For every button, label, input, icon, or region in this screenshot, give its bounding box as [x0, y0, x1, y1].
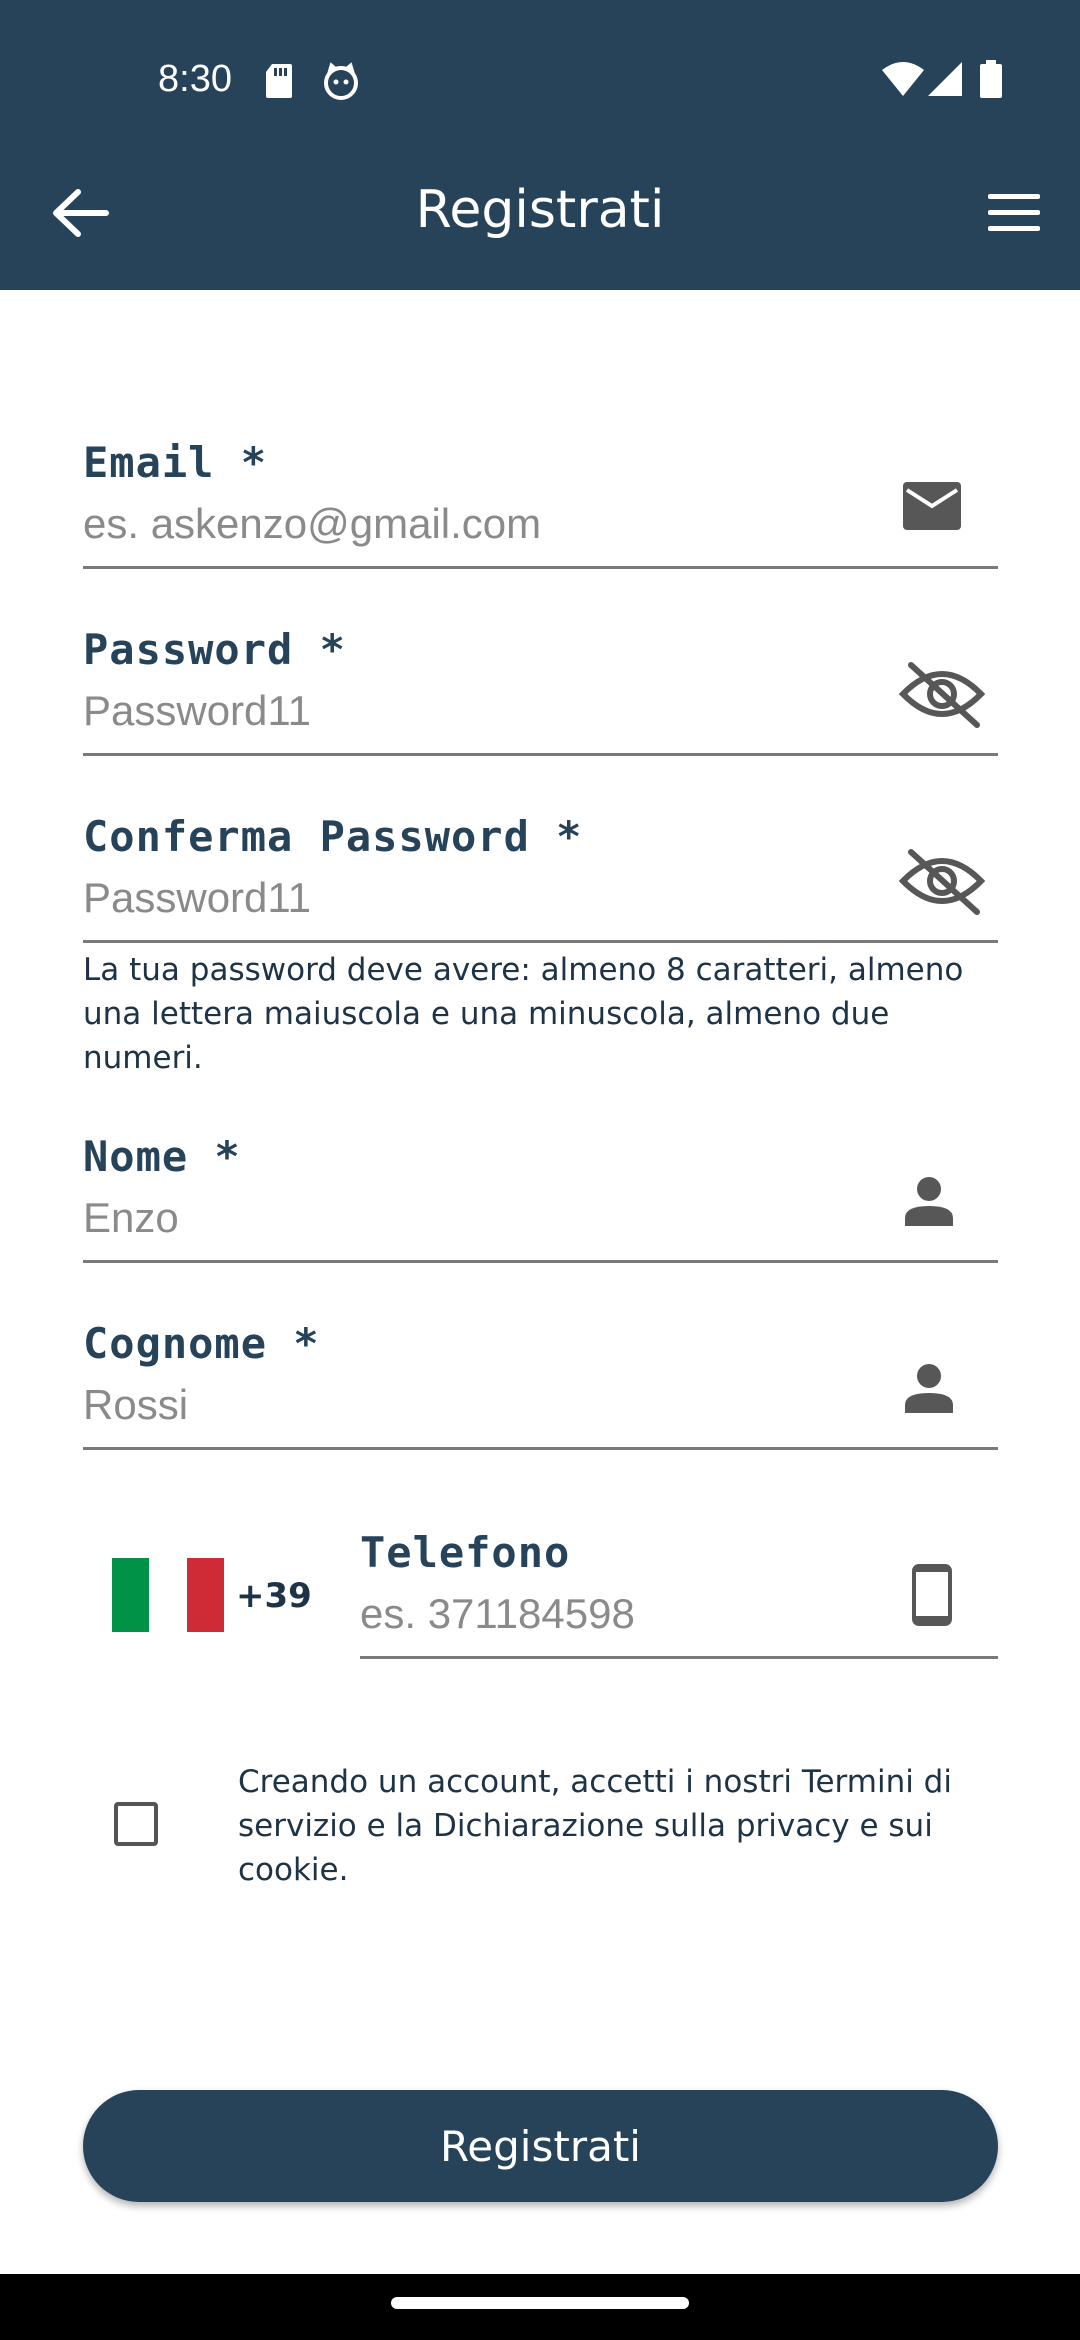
signal-icon	[928, 62, 962, 96]
phone-field[interactable]: Telefono es. 371184598	[360, 1528, 998, 1668]
confirm-password-field[interactable]: Conferma Password * Password11	[83, 812, 998, 952]
register-button[interactable]: Registrati	[83, 2090, 998, 2202]
confirm-password-label: Conferma Password *	[83, 812, 583, 861]
app-bar: 8:30 Registrati	[0, 0, 1080, 290]
first-name-input[interactable]: Enzo	[83, 1194, 179, 1242]
phone-label: Telefono	[360, 1528, 571, 1577]
mail-icon	[903, 482, 961, 530]
battery-icon	[980, 60, 1002, 98]
terms-checkbox[interactable]	[114, 1802, 158, 1846]
last-name-field[interactable]: Cognome * Rossi	[83, 1319, 998, 1459]
password-hint: La tua password deve avere: almeno 8 car…	[83, 952, 964, 1076]
last-name-label: Cognome *	[83, 1319, 320, 1368]
person-icon	[905, 1364, 953, 1413]
sd-card-icon	[266, 64, 292, 98]
last-name-input[interactable]: Rossi	[83, 1381, 188, 1429]
password-input[interactable]: Password11	[83, 687, 311, 735]
status-time: 8:30	[158, 58, 232, 100]
password-field[interactable]: Password * Password11	[83, 625, 998, 765]
last-name-underline	[83, 1447, 998, 1450]
first-name-field[interactable]: Nome * Enzo	[83, 1132, 998, 1272]
phone-underline	[360, 1656, 998, 1659]
first-name-underline	[83, 1260, 998, 1263]
phone-input[interactable]: es. 371184598	[360, 1590, 635, 1638]
page-title: Registrati	[415, 180, 665, 240]
password-label: Password *	[83, 625, 346, 674]
confirm-password-underline	[83, 940, 998, 943]
country-dial-code[interactable]: +39	[236, 1576, 312, 1616]
cat-notification-icon	[324, 62, 358, 100]
smartphone-icon	[912, 1564, 952, 1626]
email-field[interactable]: Email * es. askenzo@gmail.com	[83, 438, 998, 578]
first-name-label: Nome *	[83, 1132, 241, 1181]
person-icon	[905, 1177, 953, 1226]
email-label: Email *	[83, 438, 268, 487]
email-input[interactable]: es. askenzo@gmail.com	[83, 500, 541, 548]
wifi-icon	[882, 62, 924, 96]
home-gesture-handle[interactable]	[391, 2297, 689, 2309]
eye-off-icon[interactable]	[899, 659, 985, 729]
italy-flag-icon[interactable]	[112, 1558, 224, 1632]
confirm-password-input[interactable]: Password11	[83, 874, 311, 922]
terms-text: Creando un account, accetti i nostri Ter…	[238, 1764, 952, 1888]
email-underline	[83, 566, 998, 569]
password-underline	[83, 753, 998, 756]
hamburger-menu-icon[interactable]	[986, 190, 1042, 236]
eye-off-icon[interactable]	[899, 846, 985, 916]
